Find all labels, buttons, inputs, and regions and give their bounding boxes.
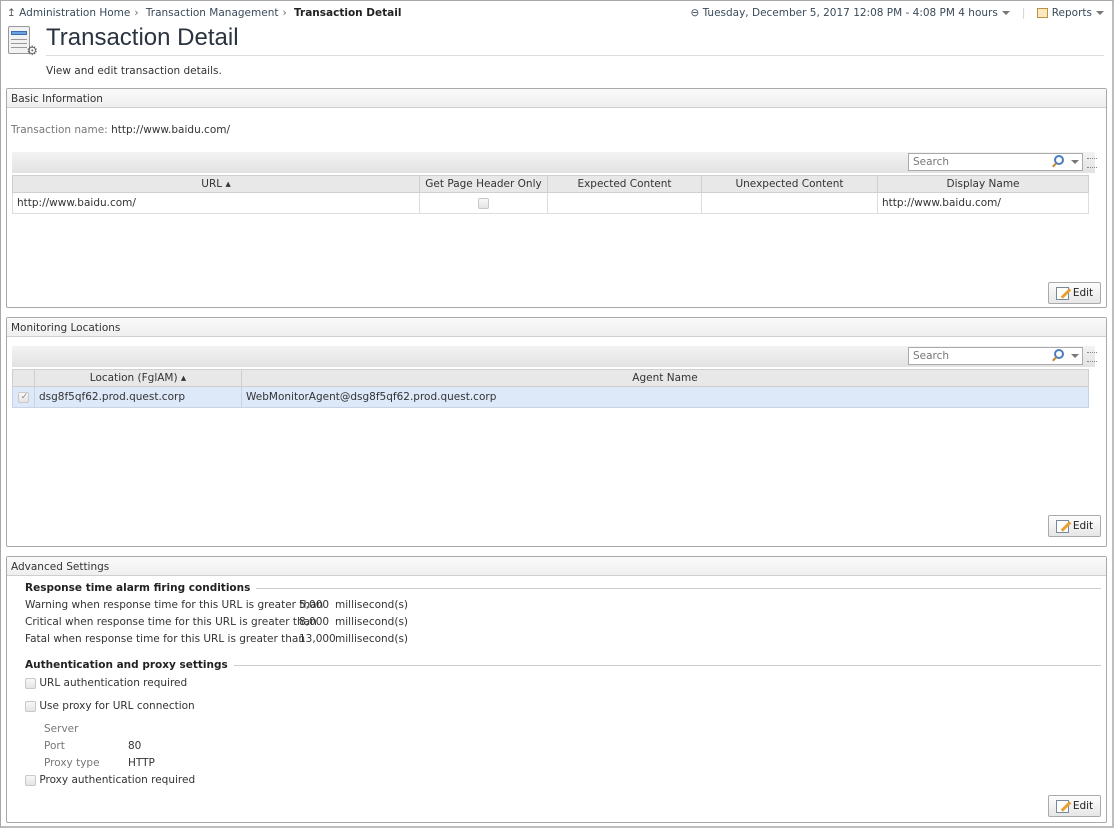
column-header-unexpected[interactable]: Unexpected Content bbox=[701, 175, 878, 193]
advanced-settings-panel: Advanced Settings Response time alarm fi… bbox=[6, 556, 1107, 823]
alarm-warning-row: Warning when response time for this URL … bbox=[25, 599, 409, 611]
proxy-auth-checkbox[interactable]: Proxy authentication required bbox=[25, 774, 195, 786]
search-input[interactable]: Search bbox=[908, 347, 1097, 365]
pencil-icon bbox=[1055, 799, 1069, 813]
search-input[interactable]: Search bbox=[908, 153, 1097, 171]
column-chooser-icon[interactable] bbox=[1087, 352, 1097, 362]
edit-button[interactable]: Edit bbox=[1048, 795, 1101, 817]
breadcrumb-current: Transaction Detail bbox=[294, 7, 402, 19]
column-header-location[interactable]: Location (FglAM) ▴ bbox=[34, 369, 242, 387]
column-header-display-name[interactable]: Display Name bbox=[877, 175, 1089, 193]
panel-title: Advanced Settings bbox=[7, 557, 1106, 576]
table-toolbar: Search bbox=[12, 152, 1097, 173]
reports-icon bbox=[1037, 8, 1049, 18]
time-range-selector[interactable]: ⊖ Tuesday, December 5, 2017 12:08 PM - 4… bbox=[690, 7, 1010, 19]
pencil-icon bbox=[1055, 519, 1069, 533]
transaction-detail-icon: ⚙ bbox=[8, 26, 38, 59]
breadcrumb: ↥ Administration Home › Transaction Manag… bbox=[7, 7, 402, 19]
pencil-icon bbox=[1055, 286, 1069, 300]
transaction-name-label: Transaction name: bbox=[11, 124, 108, 136]
chevron-down-icon[interactable] bbox=[1071, 160, 1079, 164]
reports-menu[interactable]: Reports bbox=[1037, 7, 1104, 19]
panel-title: Basic Information bbox=[7, 89, 1106, 108]
edit-button[interactable]: Edit bbox=[1048, 282, 1101, 304]
monitoring-locations-panel: Monitoring Locations Search Location (Fg… bbox=[6, 317, 1107, 547]
auth-section-title: Authentication and proxy settings bbox=[25, 659, 1101, 671]
column-header-agent-name[interactable]: Agent Name bbox=[241, 369, 1089, 387]
table-toolbar: Search bbox=[12, 346, 1097, 367]
column-header-expected[interactable]: Expected Content bbox=[547, 175, 702, 193]
column-header-url[interactable]: URL ▴ bbox=[12, 175, 420, 193]
select-column-header[interactable] bbox=[12, 369, 35, 387]
search-icon[interactable] bbox=[1054, 349, 1064, 359]
divider bbox=[46, 55, 1104, 56]
breadcrumb-admin-home[interactable]: Administration Home bbox=[19, 7, 130, 19]
clock-icon: ⊖ bbox=[690, 7, 700, 19]
use-proxy-checkbox[interactable]: Use proxy for URL connection bbox=[25, 700, 195, 712]
chevron-down-icon[interactable] bbox=[1071, 354, 1079, 358]
transaction-name-value: http://www.baidu.com/ bbox=[111, 124, 231, 136]
url-auth-checkbox[interactable]: URL authentication required bbox=[25, 677, 187, 689]
server-label: Server bbox=[44, 723, 79, 735]
url-table: URL ▴ Get Page Header Only Expected Conten… bbox=[12, 175, 1089, 214]
page-subtitle: View and edit transaction details. bbox=[46, 65, 222, 77]
panel-title: Monitoring Locations bbox=[7, 318, 1106, 337]
search-icon[interactable] bbox=[1054, 155, 1064, 165]
table-row[interactable]: dsg8f5qf62.prod.quest.corpWebMonitorAgen… bbox=[12, 386, 1089, 408]
alarm-critical-row: Critical when response time for this URL… bbox=[25, 616, 409, 628]
column-chooser-icon[interactable] bbox=[1087, 158, 1097, 168]
page-title: Transaction Detail bbox=[46, 24, 239, 51]
header-only-checkbox bbox=[478, 197, 489, 209]
port-label: Port bbox=[44, 740, 65, 752]
row-checkbox[interactable] bbox=[18, 391, 29, 403]
table-row[interactable]: http://www.baidu.com/http://www.baidu.co… bbox=[12, 192, 1089, 214]
proxy-type-label: Proxy type bbox=[44, 757, 100, 769]
alarm-fatal-row: Fatal when response time for this URL is… bbox=[25, 633, 409, 645]
up-arrow-icon[interactable]: ↥ bbox=[7, 7, 16, 19]
column-header-page-header[interactable]: Get Page Header Only bbox=[419, 175, 548, 193]
proxy-type-value: HTTP bbox=[128, 757, 155, 769]
breadcrumb-transaction-management[interactable]: Transaction Management bbox=[146, 7, 279, 19]
alarm-section-title: Response time alarm firing conditions bbox=[25, 582, 1101, 594]
edit-button[interactable]: Edit bbox=[1048, 515, 1101, 537]
basic-information-panel: Basic Information Transaction name: http… bbox=[6, 88, 1107, 308]
locations-table: Location (FglAM) ▴Agent Name dsg8f5qf62.… bbox=[12, 369, 1089, 408]
port-value: 80 bbox=[128, 740, 142, 752]
